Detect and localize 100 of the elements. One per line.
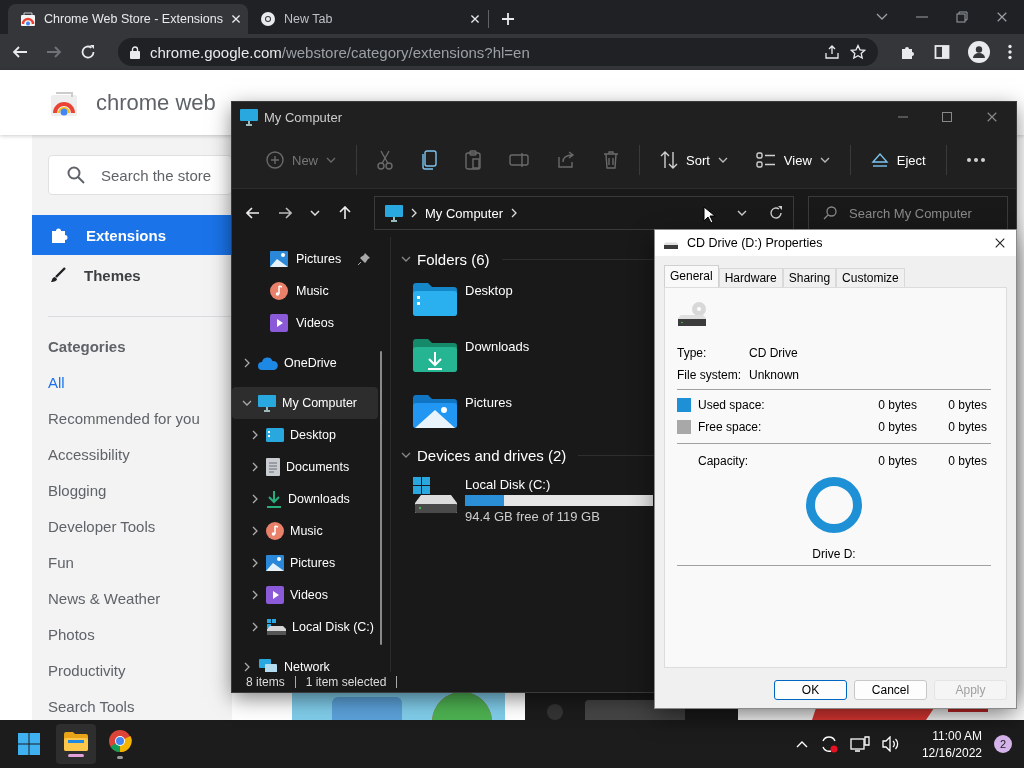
- chevron-down-icon[interactable]: [401, 256, 411, 262]
- chevron-down-icon[interactable]: [242, 400, 252, 406]
- chevron-down-icon[interactable]: [401, 452, 411, 458]
- group-heading[interactable]: Devices and drives (2): [417, 446, 567, 464]
- sync-icon[interactable]: [819, 735, 838, 753]
- category-link[interactable]: Productivity: [32, 653, 232, 689]
- clock-time[interactable]: 11:00 AM: [932, 728, 982, 743]
- field-label: File system:: [677, 368, 742, 382]
- tab-search-icon[interactable]: [876, 13, 888, 21]
- category-link[interactable]: Blogging: [32, 473, 232, 509]
- volume-icon[interactable]: [881, 736, 900, 752]
- forward-icon[interactable]: [278, 206, 292, 220]
- tree-item[interactable]: Pictures: [232, 547, 378, 579]
- download-icon: [266, 490, 282, 508]
- drive-icon: [413, 477, 457, 513]
- search-icon: [67, 166, 85, 184]
- field-label: Type:: [677, 346, 708, 360]
- category-link[interactable]: Accessibility: [32, 437, 232, 473]
- field-value: CD Drive: [749, 346, 799, 360]
- category-link[interactable]: All: [32, 365, 232, 401]
- category-link[interactable]: Search Tools: [32, 689, 232, 725]
- folder-item[interactable]: Desktop: [391, 273, 517, 329]
- tree-item[interactable]: Music: [232, 515, 378, 547]
- puzzle-icon[interactable]: [900, 44, 916, 60]
- toolbar-button[interactable]: Eject: [856, 142, 940, 178]
- tree-item[interactable]: Documents: [232, 451, 378, 483]
- back-icon[interactable]: [246, 206, 260, 220]
- chevron-right-icon[interactable]: [244, 662, 250, 672]
- maximize-icon[interactable]: [942, 112, 952, 122]
- eject-icon: [870, 152, 889, 168]
- tree-item[interactable]: Network: [232, 651, 378, 672]
- search-field[interactable]: Search the store: [48, 155, 232, 195]
- tree-item[interactable]: Local Disk (C:): [232, 611, 378, 643]
- clock-date[interactable]: 12/16/2022: [921, 745, 982, 760]
- folder-item[interactable]: Downloads: [391, 329, 534, 385]
- nav-item[interactable]: Themes: [32, 255, 232, 295]
- toolbar-button[interactable]: View: [741, 142, 844, 178]
- store-bag-icon: [20, 11, 36, 27]
- side-panel-icon[interactable]: [934, 44, 950, 60]
- chevron-right-icon[interactable]: [252, 558, 258, 568]
- drive-item[interactable]: Local Disk (C:) 94.4 GB free of 119 GB: [391, 469, 653, 525]
- quick-access-item[interactable]: Music: [232, 275, 390, 307]
- browser-tab[interactable]: Chrome Web Store - Extensions: [8, 4, 248, 34]
- menu-icon[interactable]: [1008, 44, 1012, 60]
- refresh-icon[interactable]: [769, 206, 783, 220]
- chevron-up-icon[interactable]: [795, 740, 808, 748]
- category-link[interactable]: Recommended for you: [32, 401, 232, 437]
- chevron-right-icon[interactable]: [244, 358, 250, 368]
- dropdown-icon[interactable]: [737, 210, 747, 216]
- category-link[interactable]: Photos: [32, 617, 232, 653]
- close-icon[interactable]: [996, 11, 1008, 23]
- chevron-right-icon[interactable]: [252, 462, 258, 472]
- category-link[interactable]: News & Weather: [32, 581, 232, 617]
- dialog-button[interactable]: OK: [774, 680, 847, 700]
- start-icon[interactable]: [18, 733, 40, 755]
- close-icon[interactable]: [994, 237, 1006, 249]
- chevron-down-icon[interactable]: [717, 157, 728, 163]
- capacity-size: 0 bytes: [947, 454, 988, 468]
- chevron-right-icon[interactable]: [252, 526, 258, 536]
- star-icon[interactable]: [850, 44, 866, 60]
- quick-access-item[interactable]: Pictures: [232, 243, 390, 275]
- group-heading[interactable]: Folders (6): [417, 250, 490, 268]
- address-bar[interactable]: chrome.google.com/webstore/category/extensions?hl=en: [118, 38, 878, 66]
- chevron-right-icon[interactable]: [252, 430, 258, 440]
- dialog-tab[interactable]: Sharing: [782, 268, 837, 287]
- notification-badge[interactable]: 2: [994, 735, 1012, 753]
- dialog-tab[interactable]: Customize: [836, 268, 905, 287]
- tree-item[interactable]: Downloads: [232, 483, 378, 515]
- nav-item[interactable]: Extensions: [32, 215, 232, 255]
- new-tab-icon[interactable]: [501, 12, 515, 26]
- restore-icon[interactable]: [956, 11, 968, 23]
- chevron-right-icon[interactable]: [252, 494, 258, 504]
- chevron-down-icon[interactable]: [819, 157, 830, 163]
- up-icon[interactable]: [338, 206, 352, 220]
- tree-item[interactable]: OneDrive: [232, 347, 378, 379]
- back-icon[interactable]: [12, 44, 28, 60]
- network-icon[interactable]: [849, 736, 870, 752]
- share-icon[interactable]: [824, 44, 840, 60]
- scrollbar[interactable]: [380, 351, 382, 645]
- window-title: My Computer: [264, 109, 343, 125]
- image-icon: [266, 555, 284, 571]
- dialog-button[interactable]: Cancel: [854, 680, 927, 700]
- profile-icon[interactable]: [968, 41, 990, 63]
- recent-locations-icon[interactable]: [310, 210, 320, 216]
- taskbar-app[interactable]: [56, 724, 96, 764]
- chevron-right-icon[interactable]: [252, 590, 258, 600]
- breadcrumb[interactable]: My Computer: [425, 205, 504, 221]
- tree-item[interactable]: My Computer: [232, 387, 378, 419]
- dialog-tab[interactable]: General: [664, 265, 719, 287]
- tree-item[interactable]: Videos: [232, 579, 378, 611]
- category-link[interactable]: Fun: [32, 545, 232, 581]
- toolbar-button[interactable]: Sort: [646, 142, 742, 178]
- quick-access-item[interactable]: Videos: [232, 307, 390, 339]
- dialog-tab[interactable]: Hardware: [718, 268, 783, 287]
- folder-item[interactable]: Pictures: [391, 385, 516, 441]
- tree-item[interactable]: Desktop: [232, 419, 378, 451]
- reload-icon[interactable]: [80, 44, 96, 60]
- category-link[interactable]: Developer Tools: [32, 509, 232, 545]
- browser-tab[interactable]: New Tab: [248, 4, 488, 34]
- chevron-right-icon[interactable]: [252, 622, 258, 632]
